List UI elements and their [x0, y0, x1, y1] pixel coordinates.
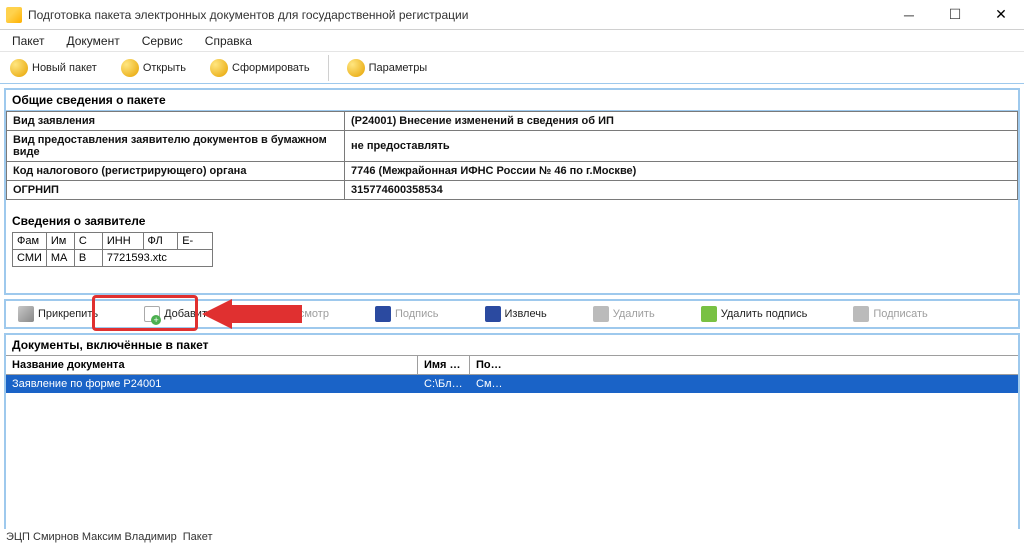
delete-sign-icon	[701, 306, 717, 322]
col-file[interactable]: Имя …	[418, 356, 470, 374]
status-bar: ЭЦП Смирнов Максим Владимир Пакет	[0, 529, 1024, 549]
status-mode: Пакет	[183, 531, 213, 547]
open-button[interactable]: Открыть	[115, 57, 192, 79]
do-sign-icon	[853, 306, 869, 322]
row-file: С:\Бл…	[418, 375, 470, 393]
maximize-button[interactable]: ☐	[932, 0, 978, 30]
view-icon	[259, 306, 275, 322]
documents-grid-body: Заявление по форме Р24001 С:\Бл… См…	[6, 375, 1018, 535]
sign-icon	[375, 306, 391, 322]
form-button[interactable]: Сформировать	[204, 57, 316, 79]
menu-bar: Пакет Документ Сервис Справка	[0, 30, 1024, 52]
params-icon	[347, 59, 365, 77]
form-icon	[210, 59, 228, 77]
info-r2k: Вид предоставления заявителю документов …	[7, 131, 345, 162]
applicant-heading: Сведения о заявителе	[6, 210, 1018, 232]
col-sign[interactable]: По…	[470, 356, 522, 374]
window-title: Подготовка пакета электронных документов…	[28, 8, 886, 22]
do-sign-button[interactable]: Подписать	[847, 304, 933, 324]
sign-label: Подпись	[395, 308, 439, 320]
info-r3k: Код налогового (регистрирующего) органа	[7, 162, 345, 181]
view-label: Просмотр	[279, 308, 329, 320]
info-table: Вид заявления(Р24001) Внесение изменений…	[6, 111, 1018, 200]
add-button[interactable]: Добавить	[138, 304, 219, 324]
ah4: ФЛ	[143, 233, 178, 250]
documents-panel: Документы, включённые в пакет Название д…	[4, 333, 1020, 537]
menu-package[interactable]: Пакет	[8, 32, 48, 50]
info-panel: Общие сведения о пакете Вид заявления(Р2…	[4, 88, 1020, 295]
attach-icon	[18, 306, 34, 322]
info-r4v: 315774600358534	[345, 181, 1018, 200]
table-row[interactable]: Заявление по форме Р24001 С:\Бл… См…	[6, 375, 1018, 393]
close-button[interactable]: ✕	[978, 0, 1024, 30]
new-package-button[interactable]: Новый пакет	[4, 57, 103, 79]
col-name[interactable]: Название документа	[6, 356, 418, 374]
ah0: Фам	[13, 233, 47, 250]
menu-help[interactable]: Справка	[201, 32, 256, 50]
info-r2v: не предоставлять	[345, 131, 1018, 162]
view-button[interactable]: Просмотр	[253, 304, 335, 324]
new-label: Новый пакет	[32, 62, 97, 74]
attach-button[interactable]: Прикрепить	[12, 304, 104, 324]
delete-sign-button[interactable]: Удалить подпись	[695, 304, 814, 324]
extract-icon	[485, 306, 501, 322]
documents-heading: Документы, включённые в пакет	[6, 335, 1018, 355]
delete-icon	[593, 306, 609, 322]
main-toolbar: Новый пакет Открыть Сформировать Парамет…	[0, 52, 1024, 84]
status-cert: ЭЦП Смирнов Максим Владимир	[6, 531, 177, 547]
delete-sign-label: Удалить подпись	[721, 308, 808, 320]
documents-toolbar: Прикрепить Добавить Просмотр Подпись Изв…	[4, 299, 1020, 329]
sign-button[interactable]: Подпись	[369, 304, 445, 324]
params-button[interactable]: Параметры	[341, 57, 434, 79]
form-label: Сформировать	[232, 62, 310, 74]
open-label: Открыть	[143, 62, 186, 74]
params-label: Параметры	[369, 62, 428, 74]
title-bar: Подготовка пакета электронных документов…	[0, 0, 1024, 30]
ah5: Е-	[178, 233, 213, 250]
new-icon	[10, 59, 28, 77]
info-r4k: ОГРНИП	[7, 181, 345, 200]
add-icon	[144, 306, 160, 322]
info-r1k: Вид заявления	[7, 112, 345, 131]
ah2: С	[74, 233, 102, 250]
toolbar-separator	[328, 55, 329, 81]
ar2: В	[74, 250, 102, 267]
row-sign: См…	[470, 375, 522, 393]
ar3: 7721593.xtc	[102, 250, 212, 267]
ar0: СМИ	[13, 250, 47, 267]
open-icon	[121, 59, 139, 77]
menu-document[interactable]: Документ	[62, 32, 123, 50]
info-heading: Общие сведения о пакете	[6, 90, 1018, 111]
ah1: Им	[46, 233, 74, 250]
documents-grid-header: Название документа Имя … По…	[6, 355, 1018, 375]
extract-button[interactable]: Извлечь	[479, 304, 553, 324]
ar1: МА	[46, 250, 74, 267]
attach-label: Прикрепить	[38, 308, 98, 320]
do-sign-label: Подписать	[873, 308, 927, 320]
row-name: Заявление по форме Р24001	[6, 375, 418, 393]
info-r3v: 7746 (Межрайонная ИФНС России № 46 по г.…	[345, 162, 1018, 181]
add-label: Добавить	[164, 308, 213, 320]
delete-button[interactable]: Удалить	[587, 304, 661, 324]
info-r1v: (Р24001) Внесение изменений в сведения о…	[345, 112, 1018, 131]
app-icon	[6, 7, 22, 23]
extract-label: Извлечь	[505, 308, 547, 320]
minimize-button[interactable]: ─	[886, 0, 932, 30]
applicant-table: Фам Им С ИНН ФЛ Е- СМИ МА В 7721593.xtc	[12, 232, 213, 267]
delete-label: Удалить	[613, 308, 655, 320]
ah3: ИНН	[102, 233, 143, 250]
menu-service[interactable]: Сервис	[138, 32, 187, 50]
